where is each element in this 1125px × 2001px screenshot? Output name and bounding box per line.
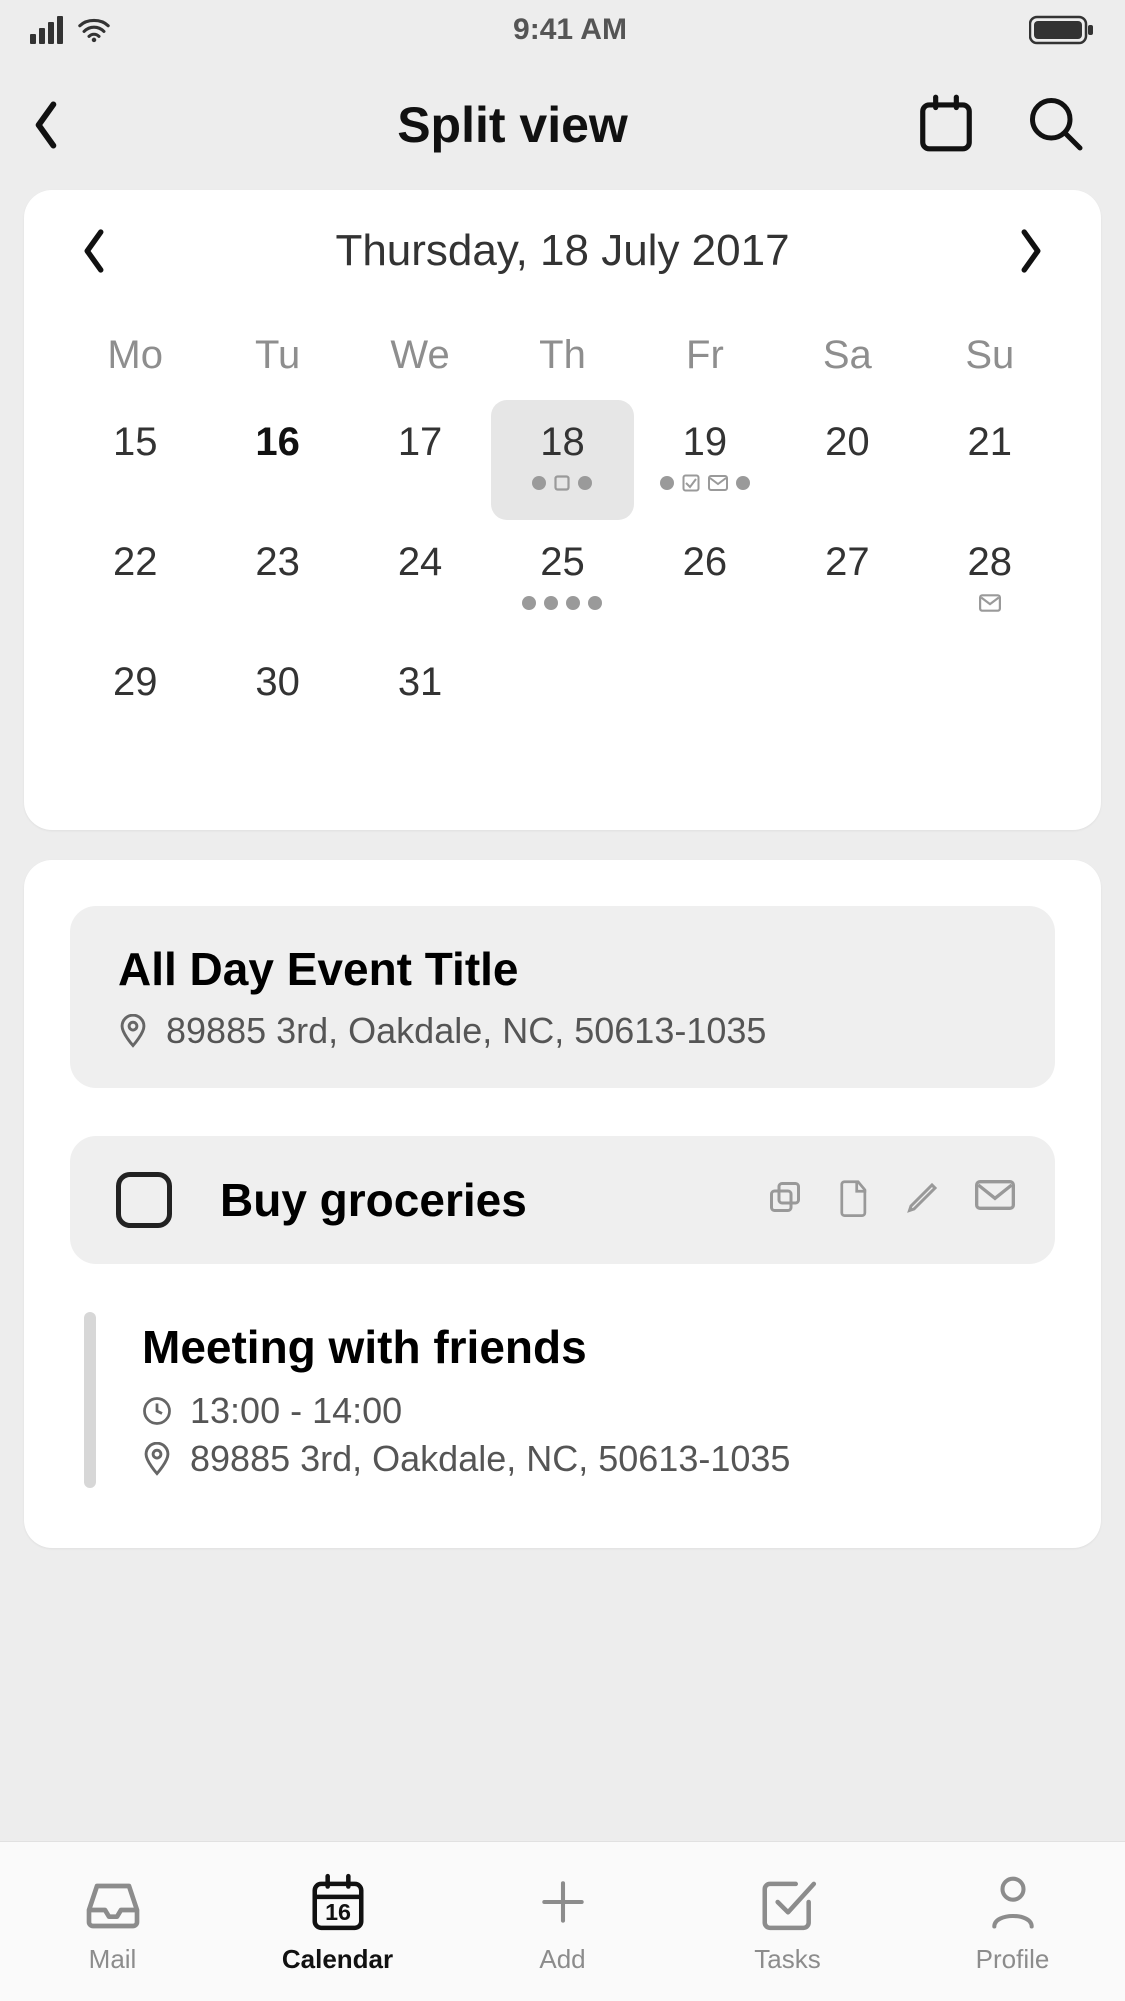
plus-icon bbox=[535, 1874, 591, 1930]
event-title: Meeting with friends bbox=[142, 1320, 1055, 1374]
calendar-icon bbox=[915, 92, 977, 154]
calendar-view-button[interactable] bbox=[915, 92, 977, 159]
day-cell-18[interactable]: 18 bbox=[491, 400, 633, 520]
day-cell-24[interactable]: 24 bbox=[349, 520, 491, 640]
weekday-header: Mo Tu We Th Fr Sa Su bbox=[64, 311, 1061, 400]
task-title: Buy groceries bbox=[220, 1173, 767, 1227]
page-title: Split view bbox=[110, 96, 915, 154]
tab-bar: Mail 16 Calendar Add Tasks Profile bbox=[0, 1841, 1125, 2001]
weekday: Th bbox=[491, 311, 633, 400]
weekday: Fr bbox=[634, 311, 776, 400]
day-cell-25[interactable]: 25 bbox=[491, 520, 633, 640]
weekday: Mo bbox=[64, 311, 206, 400]
check-square-icon bbox=[757, 1871, 819, 1933]
day-cell-21[interactable]: 21 bbox=[919, 400, 1061, 520]
event-location: 89885 3rd, Oakdale, NC, 50613-1035 bbox=[166, 1010, 766, 1052]
chevron-left-icon bbox=[30, 100, 62, 150]
clock-icon bbox=[142, 1396, 172, 1426]
inbox-icon bbox=[81, 1874, 145, 1930]
copy-icon[interactable] bbox=[767, 1179, 803, 1222]
status-time: 9:41 AM bbox=[513, 13, 627, 47]
weekday: We bbox=[349, 311, 491, 400]
timed-event[interactable]: Meeting with friends 13:00 - 14:00 89885… bbox=[70, 1312, 1055, 1488]
weekday: Tu bbox=[206, 311, 348, 400]
task-checkbox[interactable] bbox=[116, 1172, 172, 1228]
event-location: 89885 3rd, Oakdale, NC, 50613-1035 bbox=[190, 1438, 790, 1480]
weekday: Su bbox=[919, 311, 1061, 400]
day-cell-29[interactable]: 29 bbox=[64, 640, 206, 760]
tab-mail[interactable]: Mail bbox=[0, 1842, 225, 2001]
person-icon bbox=[985, 1872, 1041, 1932]
location-pin-icon bbox=[118, 1014, 148, 1048]
edit-icon[interactable] bbox=[905, 1179, 941, 1222]
mail-indicator-icon bbox=[979, 594, 1001, 612]
day-cell-31[interactable]: 31 bbox=[349, 640, 491, 760]
calendar-date-label: Thursday, 18 July 2017 bbox=[335, 226, 789, 276]
tab-label: Add bbox=[539, 1944, 585, 1975]
calendar-card: Thursday, 18 July 2017 Mo Tu We Th Fr Sa… bbox=[24, 190, 1101, 830]
wifi-icon bbox=[77, 17, 111, 43]
event-color-bar bbox=[84, 1312, 96, 1488]
prev-period-button[interactable] bbox=[74, 226, 114, 276]
tab-profile[interactable]: Profile bbox=[900, 1842, 1125, 2001]
day-cell-20[interactable]: 20 bbox=[776, 400, 918, 520]
tab-calendar[interactable]: 16 Calendar bbox=[225, 1842, 450, 2001]
day-cell-30[interactable]: 30 bbox=[206, 640, 348, 760]
tab-label: Profile bbox=[976, 1944, 1050, 1975]
search-button[interactable] bbox=[1025, 93, 1085, 158]
day-cell-17[interactable]: 17 bbox=[349, 400, 491, 520]
day-cell-23[interactable]: 23 bbox=[206, 520, 348, 640]
next-period-button[interactable] bbox=[1011, 226, 1051, 276]
day-cell-27[interactable]: 27 bbox=[776, 520, 918, 640]
day-cell-22[interactable]: 22 bbox=[64, 520, 206, 640]
chevron-left-icon bbox=[80, 228, 108, 274]
tab-tasks[interactable]: Tasks bbox=[675, 1842, 900, 2001]
file-icon[interactable] bbox=[837, 1179, 871, 1222]
day-cell-28[interactable]: 28 bbox=[919, 520, 1061, 640]
battery-icon bbox=[1029, 15, 1095, 45]
event-title: All Day Event Title bbox=[118, 942, 1007, 996]
day-cell-19[interactable]: 19 bbox=[634, 400, 776, 520]
tab-add[interactable]: Add bbox=[450, 1842, 675, 2001]
day-cell-26[interactable]: 26 bbox=[634, 520, 776, 640]
square-indicator-icon bbox=[554, 475, 570, 491]
navigation-bar: Split view bbox=[0, 60, 1125, 190]
chevron-right-icon bbox=[1017, 228, 1045, 274]
tab-label: Mail bbox=[89, 1944, 137, 1975]
cellular-signal-icon bbox=[30, 16, 63, 44]
task-item[interactable]: Buy groceries bbox=[70, 1136, 1055, 1264]
mail-icon[interactable] bbox=[975, 1179, 1015, 1222]
mail-indicator-icon bbox=[708, 475, 728, 491]
day-cell-16[interactable]: 16 bbox=[206, 400, 348, 520]
tab-label: Tasks bbox=[754, 1944, 820, 1975]
location-pin-icon bbox=[142, 1442, 172, 1476]
events-card: All Day Event Title 89885 3rd, Oakdale, … bbox=[24, 860, 1101, 1548]
back-button[interactable] bbox=[30, 100, 110, 150]
status-bar: 9:41 AM bbox=[0, 0, 1125, 60]
search-icon bbox=[1025, 93, 1085, 153]
day-cell-15[interactable]: 15 bbox=[64, 400, 206, 520]
check-square-indicator-icon bbox=[682, 474, 700, 492]
tab-label: Calendar bbox=[282, 1944, 393, 1975]
weekday: Sa bbox=[776, 311, 918, 400]
calendar-icon: 16 bbox=[307, 1871, 369, 1933]
event-time: 13:00 - 14:00 bbox=[190, 1390, 402, 1432]
svg-text:16: 16 bbox=[325, 1899, 351, 1925]
all-day-event[interactable]: All Day Event Title 89885 3rd, Oakdale, … bbox=[70, 906, 1055, 1088]
